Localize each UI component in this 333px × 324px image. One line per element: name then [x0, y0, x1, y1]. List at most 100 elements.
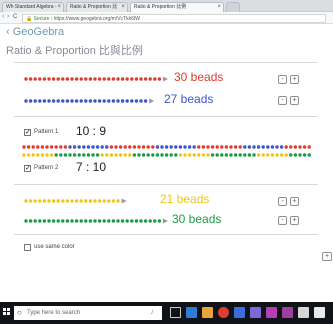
- task-view-icon[interactable]: [170, 307, 181, 318]
- taskbar-search-input[interactable]: ○ Type here to search: [14, 306, 162, 320]
- app-icon[interactable]: [250, 307, 261, 318]
- pattern-1-second-string: [22, 153, 311, 157]
- secure-label: Secure: [33, 16, 50, 22]
- bead: [107, 99, 111, 103]
- bead: [42, 77, 47, 81]
- app-icon-2[interactable]: [282, 307, 293, 318]
- bead-string-yellow: [24, 198, 127, 204]
- plus-button[interactable]: +: [290, 197, 299, 206]
- bead: [134, 99, 139, 103]
- bead: [59, 145, 63, 149]
- bead: [24, 199, 28, 203]
- bead: [38, 219, 42, 223]
- close-tab-icon[interactable]: ×: [217, 3, 221, 12]
- bead: [45, 145, 49, 149]
- file-explorer-icon[interactable]: [202, 307, 213, 318]
- bead: [252, 145, 256, 149]
- bead: [33, 99, 37, 103]
- bead: [38, 77, 42, 81]
- bead: [105, 145, 109, 149]
- new-tab-button[interactable]: [226, 2, 240, 12]
- onenote-icon[interactable]: [266, 307, 277, 318]
- bead: [79, 99, 83, 103]
- bead: [95, 153, 100, 157]
- use-same-color-label: use same color: [34, 244, 75, 250]
- plus-button[interactable]: +: [290, 75, 299, 84]
- bead: [109, 145, 114, 149]
- microphone-icon[interactable]: ♪: [150, 307, 154, 316]
- forward-button[interactable]: ›: [7, 13, 9, 20]
- bead: [157, 77, 162, 81]
- bead: [54, 153, 58, 157]
- store-icon[interactable]: [234, 307, 245, 318]
- plus-button[interactable]: +: [290, 216, 299, 225]
- edge-icon[interactable]: [186, 307, 197, 318]
- minus-button[interactable]: -: [278, 96, 287, 105]
- paint-icon[interactable]: [298, 307, 309, 318]
- bead: [88, 199, 93, 203]
- bead: [91, 145, 95, 149]
- divider: [14, 184, 318, 185]
- bead: [61, 199, 65, 203]
- bead: [252, 153, 256, 157]
- bead: [151, 145, 155, 149]
- bead: [88, 77, 93, 81]
- bead: [74, 99, 79, 103]
- bead: [279, 145, 284, 149]
- bead: [107, 219, 111, 223]
- bead: [114, 153, 118, 157]
- chrome-icon[interactable]: [218, 307, 229, 318]
- bead: [266, 153, 270, 157]
- bead: [134, 219, 139, 223]
- tab-ratio-1[interactable]: Ratio & Proportion 比 ×: [66, 2, 128, 12]
- pattern-1-checkbox[interactable]: ✓: [24, 129, 31, 136]
- use-same-color-checkbox[interactable]: [24, 244, 31, 251]
- reload-button[interactable]: C: [13, 14, 17, 20]
- bead: [79, 77, 83, 81]
- pattern-1-label: Pattern 1: [34, 129, 59, 135]
- windows-start-icon[interactable]: [3, 308, 11, 316]
- bead: [139, 219, 143, 223]
- minus-button[interactable]: -: [278, 197, 287, 206]
- bead: [261, 153, 265, 157]
- tab-algebra[interactable]: Wh Standard Algebra - ×: [2, 2, 64, 12]
- url-field[interactable]: 🔒 Secure | https://www.geogebra.org/m/Vc…: [22, 14, 326, 23]
- bead: [302, 153, 307, 157]
- bead: [201, 145, 206, 149]
- bead: [102, 219, 106, 223]
- bead: [293, 145, 298, 149]
- pattern-2-checkbox[interactable]: ✓: [24, 165, 31, 172]
- bead: [28, 219, 33, 223]
- bead: [31, 153, 35, 157]
- close-tab-icon[interactable]: ×: [57, 3, 61, 12]
- plus-button[interactable]: +: [322, 252, 332, 261]
- bead: [153, 219, 157, 223]
- bead: [120, 99, 125, 103]
- bead: [56, 199, 60, 203]
- bead: [183, 153, 187, 157]
- bead: [238, 145, 242, 149]
- bead: [74, 219, 79, 223]
- tab-ratio-active[interactable]: Ratio & Proportion 比例 ×: [130, 2, 224, 12]
- notepad-icon[interactable]: [314, 307, 325, 318]
- back-button[interactable]: ‹: [2, 13, 4, 20]
- close-tab-icon[interactable]: ×: [121, 3, 125, 12]
- bead-count-yellow: 21 beads: [160, 192, 210, 206]
- bead: [307, 145, 311, 149]
- bead: [40, 153, 45, 157]
- bead: [102, 99, 106, 103]
- geogebra-brand[interactable]: ‹ GeoGebra: [6, 26, 64, 38]
- pattern-1-ratio: 10 : 9: [76, 124, 107, 138]
- bead: [174, 153, 178, 157]
- bead: [148, 219, 152, 223]
- bead: [229, 153, 233, 157]
- minus-button[interactable]: -: [278, 75, 287, 84]
- bead: [93, 199, 97, 203]
- minus-button[interactable]: -: [278, 216, 287, 225]
- bead: [100, 145, 104, 149]
- bead: [130, 77, 134, 81]
- plus-button[interactable]: +: [290, 96, 299, 105]
- pattern-2-ratio: 7 : 10: [76, 160, 107, 174]
- bead: [169, 153, 173, 157]
- bead: [68, 145, 72, 149]
